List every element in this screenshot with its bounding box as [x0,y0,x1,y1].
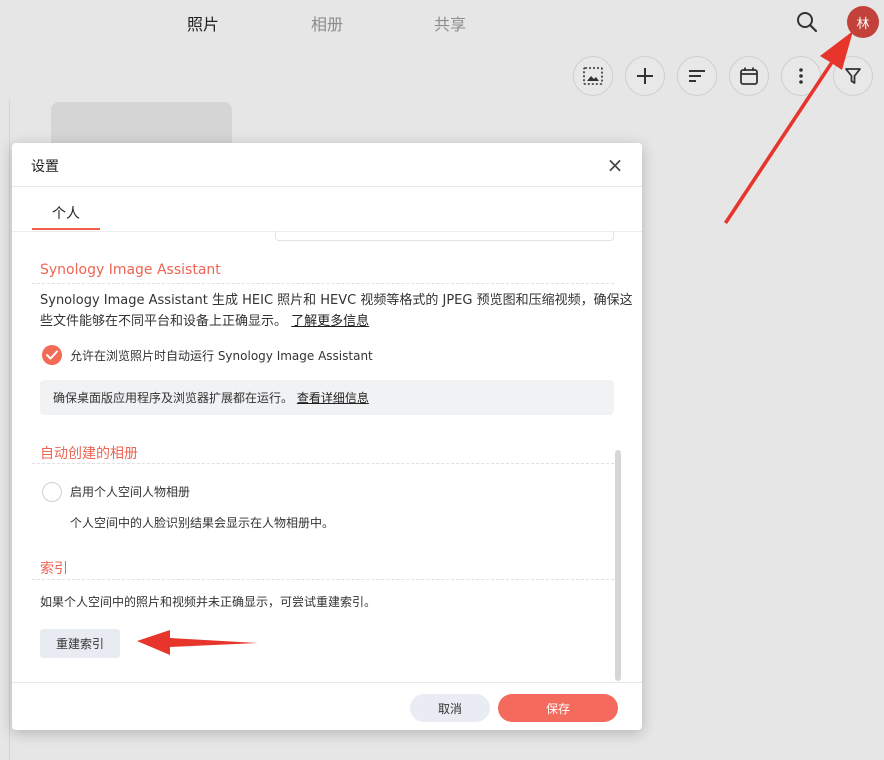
people-album-radio-label[interactable]: 启用个人空间人物相册 [70,483,190,500]
info-note-text: 确保桌面版应用程序及浏览器扩展都在运行。 [53,391,294,405]
calendar-icon [740,67,758,85]
rebuild-index-button[interactable]: 重建索引 [40,629,120,658]
search-icon [797,12,818,33]
section-divider [32,579,614,580]
save-button[interactable]: 保存 [498,694,618,722]
select-photo-button[interactable] [573,56,613,96]
settings-dialog: 设置 × 个人 Synology Image Assistant Synolog… [12,143,642,730]
dialog-footer: 取消 保存 [12,682,642,730]
more-icon [799,68,803,84]
scrollbar[interactable] [615,450,621,681]
top-nav: 照片 相册 共享 林 [0,0,884,44]
index-section-title: 索引 [40,561,68,577]
dialog-title: 设置 [31,159,59,175]
auto-run-checkbox-label[interactable]: 允许在浏览照片时自动运行 Synology Image Assistant [70,347,373,364]
tab-sharing[interactable]: 共享 [434,11,466,35]
info-note: 确保桌面版应用程序及浏览器扩展都在运行。 查看详细信息 [40,380,614,415]
previous-field-fragment [275,231,614,241]
filter-icon [845,68,861,84]
tab-photos[interactable]: 照片 [187,11,219,35]
add-icon [637,68,653,84]
photo-thumbnail[interactable] [51,102,232,146]
sort-icon [689,70,705,82]
cancel-button[interactable]: 取消 [410,694,490,722]
assistant-description: Synology Image Assistant 生成 HEIC 照片和 HEV… [40,290,633,332]
assistant-description-line-2: 些文件能够在不同平台和设备上正确显示。 了解更多信息 [40,311,633,332]
auto-run-checkbox[interactable] [42,345,62,365]
view-details-link[interactable]: 查看详细信息 [297,391,369,405]
people-album-radio[interactable] [42,482,62,502]
assistant-description-line-1: Synology Image Assistant 生成 HEIC 照片和 HEV… [40,293,633,308]
index-description: 如果个人空间中的照片和视频并未正确显示，可尝试重建索引。 [40,595,377,609]
checkmark-icon [46,350,58,360]
tab-personal[interactable]: 个人 [32,203,100,230]
learn-more-link[interactable]: 了解更多信息 [291,314,369,329]
more-button[interactable] [781,56,821,96]
avatar[interactable]: 林 [847,6,879,38]
tab-albums[interactable]: 相册 [311,11,343,35]
add-button[interactable] [625,56,665,96]
filter-button[interactable] [833,56,873,96]
calendar-button[interactable] [729,56,769,96]
dialog-header: 设置 × [12,143,642,187]
section-divider [32,283,614,284]
assistant-section-title: Synology Image Assistant [40,262,221,278]
close-icon[interactable]: × [604,154,626,176]
sidebar-divider [9,100,10,760]
select-photo-icon [583,67,603,85]
people-album-description: 个人空间中的人脸识别结果会显示在人物相册中。 [70,516,335,530]
sort-button[interactable] [677,56,717,96]
section-divider [32,463,614,464]
assistant-description-text: 些文件能够在不同平台和设备上正确显示。 [40,314,288,329]
auto-album-section-title: 自动创建的相册 [40,446,138,462]
tab-personal-label: 个人 [52,206,80,222]
info-note-text-wrap: 确保桌面版应用程序及浏览器扩展都在运行。 查看详细信息 [53,389,369,406]
search-button[interactable] [794,9,820,35]
